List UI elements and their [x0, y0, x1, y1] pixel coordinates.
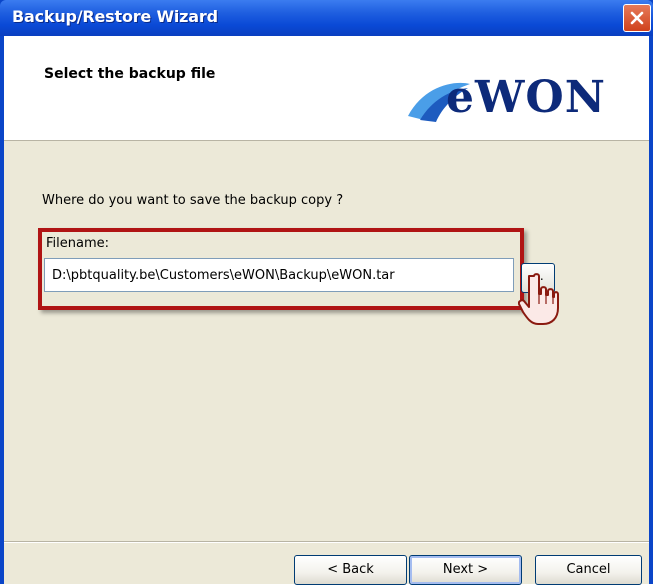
back-button[interactable]: < Back — [294, 555, 407, 585]
footer-separator-highlight — [4, 542, 649, 543]
next-button[interactable]: Next > — [409, 555, 522, 585]
filename-label: Filename: — [46, 236, 110, 251]
logo-wordmark: eWON — [446, 72, 606, 123]
filename-field[interactable] — [44, 258, 514, 292]
cancel-button[interactable]: Cancel — [535, 555, 642, 585]
wizard-header: Select the backup file eWON — [4, 36, 649, 141]
wizard-window: Backup/Restore Wizard Select the backup … — [0, 0, 653, 585]
close-icon — [630, 11, 644, 25]
hand-pointer-icon — [518, 273, 559, 325]
save-question-text: Where do you want to save the backup cop… — [42, 193, 344, 208]
ewon-logo: eWON — [404, 72, 639, 124]
title-bar[interactable]: Backup/Restore Wizard — [0, 0, 653, 36]
dialog-client: Select the backup file eWON Where do you… — [4, 36, 649, 585]
page-heading: Select the backup file — [44, 66, 216, 82]
close-button[interactable] — [623, 4, 651, 32]
window-title: Backup/Restore Wizard — [12, 7, 218, 26]
